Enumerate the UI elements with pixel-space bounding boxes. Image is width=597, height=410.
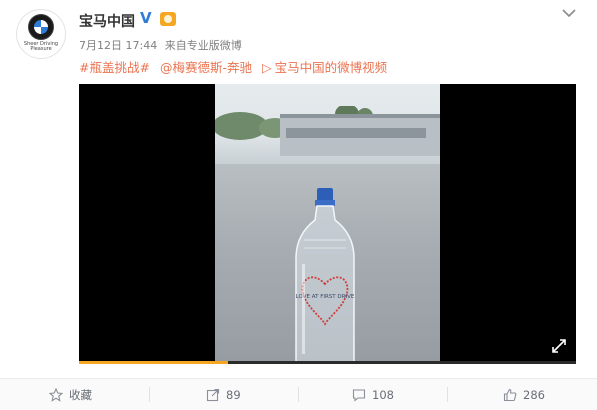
verified-icon: V	[140, 9, 152, 27]
action-bar: 收藏 89 108 286	[0, 378, 597, 410]
video-progress-fill	[79, 361, 229, 364]
video-play-icon: ▷	[261, 60, 272, 75]
repost-icon	[206, 388, 220, 401]
thumbs-up-icon	[503, 388, 517, 401]
video-player[interactable]: LOVE AT FIRST DRIVE	[79, 84, 576, 362]
repost-button[interactable]: 89	[206, 379, 241, 410]
comment-icon	[352, 388, 366, 402]
like-button[interactable]: 286	[503, 379, 545, 410]
vip-badge-icon	[160, 12, 176, 26]
source-prefix: 来自	[164, 39, 187, 52]
video-frame: LOVE AT FIRST DRIVE	[215, 84, 440, 362]
like-count: 286	[523, 387, 545, 402]
divider	[447, 387, 448, 402]
divider	[149, 387, 150, 402]
favorite-label: 收藏	[69, 387, 92, 402]
video-progress-bar[interactable]	[79, 361, 576, 364]
account-name[interactable]: 宝马中国	[79, 11, 135, 31]
chevron-down-icon[interactable]	[561, 7, 577, 19]
fullscreen-icon[interactable]	[551, 338, 567, 354]
mention-link[interactable]: @梅赛德斯-奔驰	[160, 60, 252, 75]
comment-count: 108	[372, 387, 394, 402]
topic-link[interactable]: #瓶盖挑战#	[79, 60, 150, 75]
post-meta: 7月12日 17:44 来自专业版微博	[79, 37, 246, 53]
account-avatar[interactable]: Sheer Driving Pleasure	[16, 9, 66, 59]
repost-count: 89	[226, 387, 241, 402]
favorite-button[interactable]: 收藏	[49, 379, 92, 410]
weibo-post: Sheer Driving Pleasure 宝马中国 V 7月12日 17:4…	[0, 0, 597, 410]
video-link[interactable]: ▷ 宝马中国的微博视频	[262, 60, 387, 75]
post-date[interactable]: 7月12日 17:44	[79, 39, 157, 52]
avatar-slogan: Sheer Driving Pleasure	[23, 41, 59, 52]
post-content: #瓶盖挑战# @梅赛德斯-奔驰 ▷ 宝马中国的微博视频	[79, 57, 387, 76]
background-building	[280, 114, 440, 156]
bmw-logo-icon	[28, 14, 54, 40]
comment-button[interactable]: 108	[352, 379, 394, 410]
divider	[298, 387, 299, 402]
star-icon	[49, 387, 63, 402]
video-link-label: 宝马中国的微博视频	[274, 60, 388, 75]
post-source[interactable]: 专业版微博	[187, 39, 242, 52]
water-bottle: LOVE AT FIRST DRIVE	[295, 188, 355, 362]
